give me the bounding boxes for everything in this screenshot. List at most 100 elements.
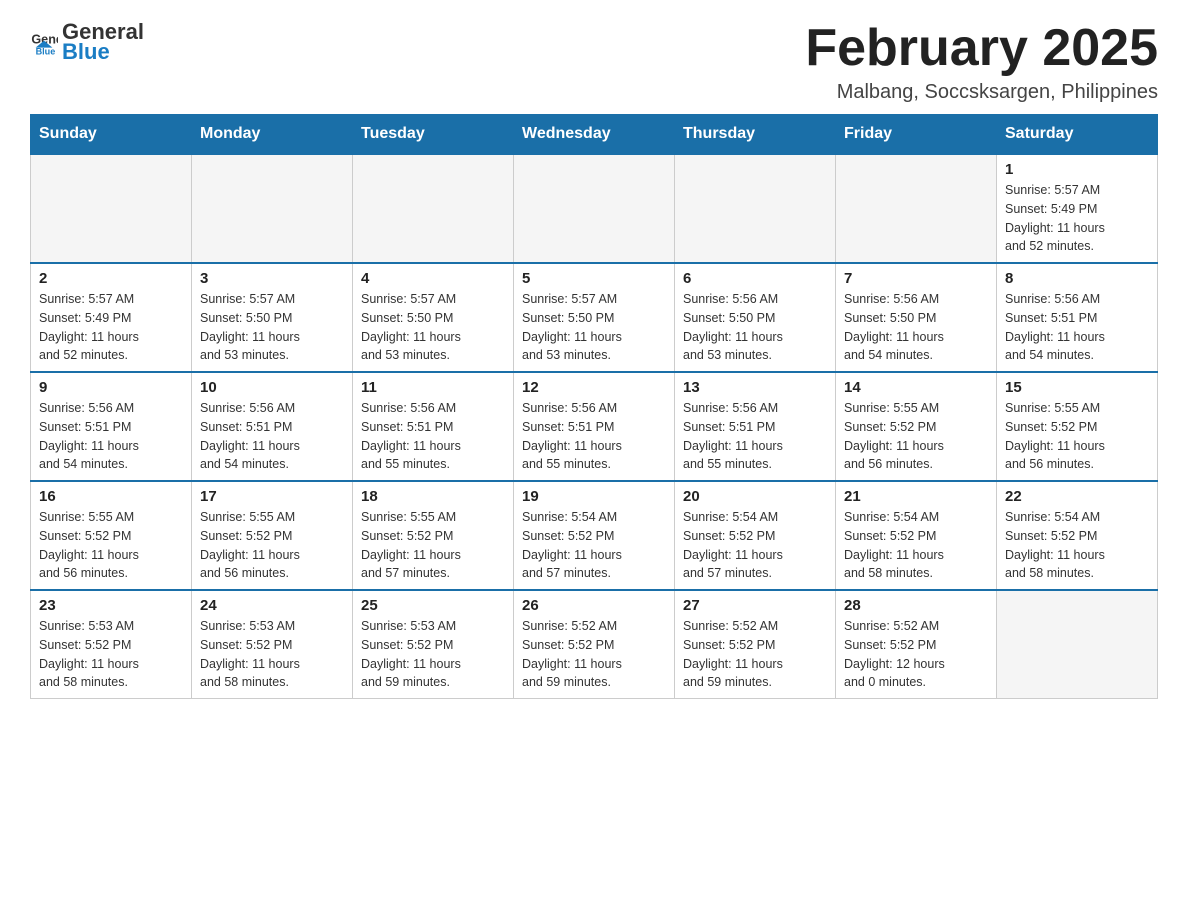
calendar-table: Sunday Monday Tuesday Wednesday Thursday… (30, 114, 1158, 699)
calendar-cell: 20 Sunrise: 5:54 AMSunset: 5:52 PMDayligh… (675, 481, 836, 590)
calendar-cell: 17Sunrise: 5:55 AMSunset: 5:52 PMDayligh… (192, 481, 353, 590)
day-number: 5 (522, 270, 666, 287)
day-info: Sunrise: 5:55 AMSunset: 5:52 PMDaylight:… (844, 399, 988, 474)
calendar-cell: 8 Sunrise: 5:56 AMSunset: 5:51 PMDaylight… (997, 263, 1158, 372)
day-number: 27 (683, 597, 827, 614)
header-saturday: Saturday (997, 115, 1158, 155)
day-number: 14 (844, 379, 988, 396)
calendar-cell (836, 154, 997, 263)
day-info: Sunrise: 5:56 AMSunset: 5:51 PMDaylight:… (39, 399, 183, 474)
day-number: 19 (522, 488, 666, 505)
day-info: Sunrise: 5:52 AMSunset: 5:52 PMDaylight:… (522, 617, 666, 692)
calendar-cell (997, 590, 1158, 699)
calendar-cell: 13Sunrise: 5:56 AMSunset: 5:51 PMDayligh… (675, 372, 836, 481)
day-number: 22 (1005, 488, 1149, 505)
day-info: Sunrise: 5:55 AMSunset: 5:52 PMDaylight:… (361, 508, 505, 583)
day-number: 18 (361, 488, 505, 505)
day-number: 11 (361, 379, 505, 396)
week-row-5: 23 Sunrise: 5:53 AMSunset: 5:52 PMDayligh… (31, 590, 1158, 699)
logo-icon: General Blue (30, 28, 58, 56)
calendar-cell: 23Sunrise: 5:53 AMSunset: 5:52 PMDayligh… (31, 590, 192, 699)
day-number: 8 (1005, 270, 1149, 287)
day-info: Sunrise: 5:53 AMSunset: 5:52 PMDaylight:… (200, 617, 344, 692)
calendar-cell: 2 Sunrise: 5:57 AMSunset: 5:49 PMDaylight… (31, 263, 192, 372)
day-number: 26 (522, 597, 666, 614)
day-number: 2 (39, 270, 183, 287)
calendar-cell: 19 Sunrise: 5:54 AMSunset: 5:52 PMDayligh… (514, 481, 675, 590)
week-row-3: 9 Sunrise: 5:56 AMSunset: 5:51 PMDaylight… (31, 372, 1158, 481)
header-tuesday: Tuesday (353, 115, 514, 155)
day-info: Sunrise: 5:57 AMSunset: 5:50 PMDaylight:… (200, 290, 344, 365)
month-title: February 2025 (805, 20, 1158, 77)
day-info: Sunrise: 5:56 AMSunset: 5:50 PMDaylight:… (683, 290, 827, 365)
day-info: Sunrise: 5:56 AMSunset: 5:51 PMDaylight:… (522, 399, 666, 474)
svg-text:Blue: Blue (36, 47, 56, 56)
day-number: 13 (683, 379, 827, 396)
week-row-2: 2 Sunrise: 5:57 AMSunset: 5:49 PMDaylight… (31, 263, 1158, 372)
day-info: Sunrise: 5:56 AMSunset: 5:51 PMDaylight:… (200, 399, 344, 474)
day-number: 10 (200, 379, 344, 396)
title-section: February 2025 Malbang, Soccsksargen, Phi… (805, 20, 1158, 104)
day-number: 25 (361, 597, 505, 614)
calendar-cell (192, 154, 353, 263)
day-info: Sunrise: 5:55 AMSunset: 5:52 PMDaylight:… (39, 508, 183, 583)
day-number: 21 (844, 488, 988, 505)
week-row-1: 1Sunrise: 5:57 AMSunset: 5:49 PMDaylight… (31, 154, 1158, 263)
calendar-cell: 1Sunrise: 5:57 AMSunset: 5:49 PMDaylight… (997, 154, 1158, 263)
day-number: 6 (683, 270, 827, 287)
day-number: 9 (39, 379, 183, 396)
day-number: 3 (200, 270, 344, 287)
day-info: Sunrise: 5:54 AMSunset: 5:52 PMDaylight:… (1005, 508, 1149, 583)
calendar-cell: 15Sunrise: 5:55 AMSunset: 5:52 PMDayligh… (997, 372, 1158, 481)
day-info: Sunrise: 5:56 AMSunset: 5:51 PMDaylight:… (1005, 290, 1149, 365)
calendar-cell: 7 Sunrise: 5:56 AMSunset: 5:50 PMDaylight… (836, 263, 997, 372)
day-info: Sunrise: 5:54 AMSunset: 5:52 PMDaylight:… (844, 508, 988, 583)
day-info: Sunrise: 5:54 AMSunset: 5:52 PMDaylight:… (683, 508, 827, 583)
day-number: 15 (1005, 379, 1149, 396)
calendar-cell: 14 Sunrise: 5:55 AMSunset: 5:52 PMDayligh… (836, 372, 997, 481)
day-info: Sunrise: 5:52 AMSunset: 5:52 PMDaylight:… (844, 617, 988, 692)
calendar-cell: 9 Sunrise: 5:56 AMSunset: 5:51 PMDaylight… (31, 372, 192, 481)
day-info: Sunrise: 5:57 AMSunset: 5:50 PMDaylight:… (361, 290, 505, 365)
header-friday: Friday (836, 115, 997, 155)
calendar-cell: 28 Sunrise: 5:52 AMSunset: 5:52 PMDayligh… (836, 590, 997, 699)
day-number: 4 (361, 270, 505, 287)
day-number: 23 (39, 597, 183, 614)
calendar-cell (31, 154, 192, 263)
calendar-cell: 27 Sunrise: 5:52 AMSunset: 5:52 PMDayligh… (675, 590, 836, 699)
day-info: Sunrise: 5:56 AMSunset: 5:51 PMDaylight:… (361, 399, 505, 474)
calendar-cell: 22 Sunrise: 5:54 AMSunset: 5:52 PMDayligh… (997, 481, 1158, 590)
logo: General Blue General Blue (30, 20, 144, 64)
day-number: 16 (39, 488, 183, 505)
calendar-cell: 12 Sunrise: 5:56 AMSunset: 5:51 PMDayligh… (514, 372, 675, 481)
calendar-cell (514, 154, 675, 263)
day-number: 12 (522, 379, 666, 396)
day-number: 7 (844, 270, 988, 287)
logo-blue-text: Blue (62, 40, 144, 64)
day-number: 24 (200, 597, 344, 614)
calendar-cell: 26 Sunrise: 5:52 AMSunset: 5:52 PMDayligh… (514, 590, 675, 699)
calendar-cell: 18 Sunrise: 5:55 AMSunset: 5:52 PMDayligh… (353, 481, 514, 590)
calendar-cell: 3 Sunrise: 5:57 AMSunset: 5:50 PMDaylight… (192, 263, 353, 372)
day-number: 17 (200, 488, 344, 505)
day-info: Sunrise: 5:52 AMSunset: 5:52 PMDaylight:… (683, 617, 827, 692)
calendar-cell: 5 Sunrise: 5:57 AMSunset: 5:50 PMDaylight… (514, 263, 675, 372)
day-number: 28 (844, 597, 988, 614)
day-info: Sunrise: 5:57 AMSunset: 5:49 PMDaylight:… (39, 290, 183, 365)
page-header: General Blue General Blue February 2025 … (30, 20, 1158, 104)
day-info: Sunrise: 5:57 AMSunset: 5:50 PMDaylight:… (522, 290, 666, 365)
day-info: Sunrise: 5:54 AMSunset: 5:52 PMDaylight:… (522, 508, 666, 583)
day-info: Sunrise: 5:56 AMSunset: 5:50 PMDaylight:… (844, 290, 988, 365)
header-thursday: Thursday (675, 115, 836, 155)
calendar-cell: 16 Sunrise: 5:55 AMSunset: 5:52 PMDayligh… (31, 481, 192, 590)
calendar-cell: 11 Sunrise: 5:56 AMSunset: 5:51 PMDayligh… (353, 372, 514, 481)
week-row-4: 16 Sunrise: 5:55 AMSunset: 5:52 PMDayligh… (31, 481, 1158, 590)
header-sunday: Sunday (31, 115, 192, 155)
calendar-cell (353, 154, 514, 263)
calendar-header-row: Sunday Monday Tuesday Wednesday Thursday… (31, 115, 1158, 155)
header-monday: Monday (192, 115, 353, 155)
location-subtitle: Malbang, Soccsksargen, Philippines (805, 81, 1158, 104)
day-number: 20 (683, 488, 827, 505)
calendar-cell: 4 Sunrise: 5:57 AMSunset: 5:50 PMDaylight… (353, 263, 514, 372)
calendar-cell: 24 Sunrise: 5:53 AMSunset: 5:52 PMDayligh… (192, 590, 353, 699)
